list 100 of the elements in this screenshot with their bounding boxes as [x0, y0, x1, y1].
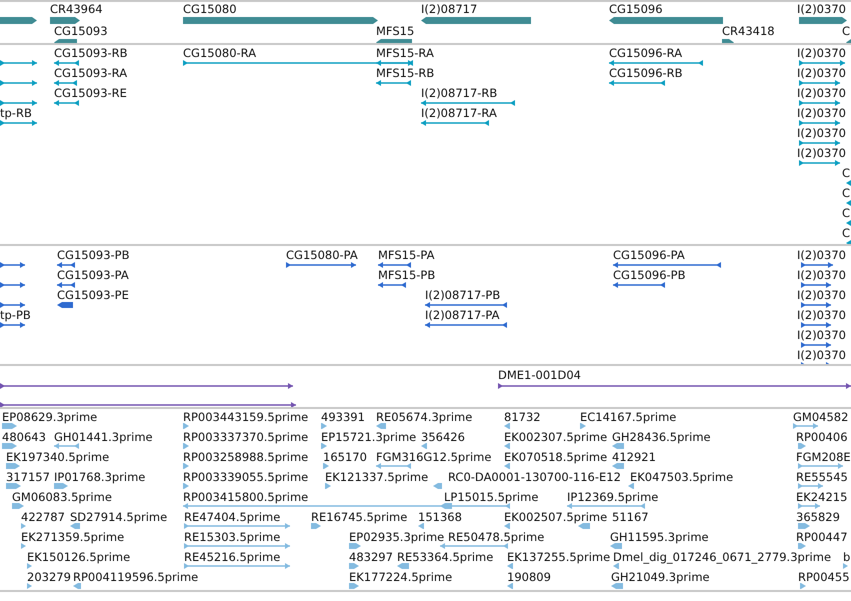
est-label: RE47404.5prime	[184, 511, 280, 524]
est-label: EK002507.5prime	[504, 511, 608, 524]
est-label: 51167	[612, 511, 649, 524]
est-label: EK150126.5prime	[27, 551, 130, 564]
transcript-label: I(2)0370	[797, 67, 846, 80]
est-label: RC0-DA0001-130700-116-E12	[448, 471, 621, 484]
est-label: EK121337.5prime	[325, 471, 428, 484]
est-label: RP00406	[796, 431, 848, 444]
clone-label: DME1-001D04	[498, 369, 581, 382]
transcript-label: MFS15-RA	[376, 47, 434, 60]
transcript-label: I(2)0370	[797, 127, 846, 140]
transcript-label: I(2)0370	[797, 107, 846, 120]
est-label: GH21049.3prime	[611, 571, 710, 584]
gene-label: CR43964	[50, 3, 103, 16]
transcript-label: I(2)08717-RB	[421, 87, 498, 100]
protein-label: MFS15-PB	[378, 269, 436, 282]
est-label: RE50478.5prime	[448, 531, 544, 544]
est-label: EK002307.5prime	[504, 431, 608, 444]
protein-label: I(2)0370	[797, 309, 846, 322]
protein-label: tp-PB	[0, 309, 31, 322]
est-label: RP003337370.5prime	[183, 431, 308, 444]
est-label: RE55545	[796, 471, 848, 484]
est-label: 412921	[612, 451, 656, 464]
protein-label: CG15096-PB	[613, 269, 686, 282]
est-label: EP08629.3prime	[2, 411, 98, 424]
protein-label: I(2)08717-PB	[425, 289, 500, 302]
transcript-label: C	[842, 167, 850, 180]
est-label: RP003339055.5prime	[183, 471, 308, 484]
transcript-label: tp-RB	[0, 107, 32, 120]
est-label: 422787	[21, 511, 65, 524]
gene-label: I(2)0370	[797, 3, 846, 16]
est-label: EK047503.5prime	[630, 471, 734, 484]
est-label: FGM208E	[796, 451, 851, 464]
transcript-label: C	[842, 227, 850, 240]
est-label: SD27914.5prime	[70, 511, 168, 524]
est-label: EK070518.5prime	[504, 451, 608, 464]
gene-label: CR43418	[722, 25, 775, 38]
protein-label: CG15093-PE	[57, 289, 129, 302]
est-label: 81732	[504, 411, 541, 424]
est-label: 203279	[27, 571, 71, 584]
est-label: 365829	[796, 511, 840, 524]
est-label: IP12369.5prime	[567, 491, 658, 504]
est-label: GH28436.5prime	[612, 431, 711, 444]
est-label: 151368	[418, 511, 462, 524]
est-label: 317157	[6, 471, 50, 484]
protein-label: CG15096-PA	[613, 249, 685, 262]
est-label: RP004119596.5prime	[73, 571, 198, 584]
est-label: b	[843, 551, 850, 564]
est-label: EK137255.5prime	[507, 551, 610, 564]
est-label: RP003258988.5prime	[183, 451, 308, 464]
gene-label: MFS15	[376, 25, 414, 38]
transcript-label: I(2)0370	[797, 87, 846, 100]
protein-label: I(2)0370	[797, 349, 846, 362]
transcript-label: MFS15-RB	[376, 67, 434, 80]
protein-label: I(2)0370	[797, 329, 846, 342]
protein-label: MFS15-PA	[378, 249, 434, 262]
est-label: RE16745.5prime	[311, 511, 408, 524]
est-label: GH01441.3prime	[54, 431, 153, 444]
gene-label: I(2)08717	[421, 3, 478, 16]
gene-label: CG15080	[183, 3, 237, 16]
est-label: GM04582	[793, 411, 848, 424]
transcript-label: CG15080-RA	[183, 47, 256, 60]
transcript-label: CG15093-RA	[54, 67, 128, 80]
est-label: RP00455	[798, 571, 850, 584]
transcript-label: I(2)08717-RA	[421, 107, 497, 120]
est-label: RP003415800.5prime	[183, 491, 308, 504]
transcript-label: I(2)0370	[797, 147, 846, 160]
gene-label: CG15096	[609, 3, 663, 16]
transcript-label: CG15096-RA	[609, 47, 682, 60]
est-label: RE15303.5prime	[184, 531, 280, 544]
est-label: EK197340.5prime	[6, 451, 110, 464]
est-label: EC14167.5prime	[580, 411, 676, 424]
protein-label: I(2)08717-PA	[425, 309, 500, 322]
est-label: RP00447	[796, 531, 848, 544]
est-label: 483297	[349, 551, 393, 564]
est-label: EK177224.5prime	[349, 571, 452, 584]
protein-label: CG15093-PB	[57, 249, 130, 262]
protein-label: I(2)0370	[797, 269, 846, 282]
transcript-label: CG15096-RB	[609, 67, 683, 80]
est-label: IP01768.3prime	[54, 471, 146, 484]
est-label: EK24215	[796, 491, 848, 504]
transcript-label: C	[842, 207, 850, 220]
est-label: RP003443159.5prime	[183, 411, 308, 424]
transcript-label: CG15093-RE	[54, 87, 127, 100]
est-label: 356426	[421, 431, 465, 444]
est-label: 190809	[507, 571, 551, 584]
est-label: GH11595.3prime	[610, 531, 709, 544]
est-label: EP15721.3prime	[321, 431, 416, 444]
transcript-label: C	[842, 187, 850, 200]
est-label: 480643	[2, 431, 46, 444]
protein-label: I(2)0370	[797, 249, 846, 262]
gene-label: CG15093	[54, 25, 108, 38]
est-label: 493391	[321, 411, 365, 424]
est-label: LP15015.5prime	[444, 491, 538, 504]
protein-label: CG15080-PA	[286, 249, 358, 262]
est-label: EP02935.3prime	[349, 531, 444, 544]
est-label: 165170	[323, 451, 367, 464]
transcript-label: CG15093-RB	[54, 47, 128, 60]
est-label: GM06083.5prime	[12, 491, 112, 504]
est-label: EK271359.5prime	[21, 531, 124, 544]
